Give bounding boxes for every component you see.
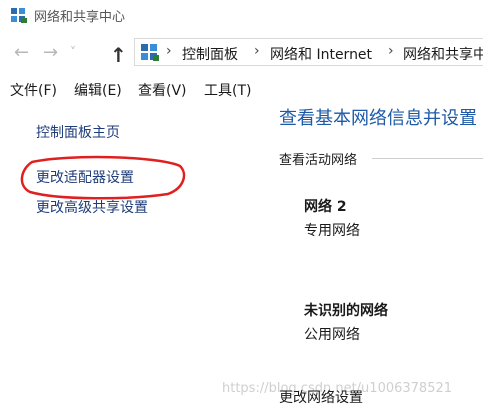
- page-title: 查看基本网络信息并设置: [279, 108, 477, 129]
- network-name: 网络 2: [304, 199, 347, 215]
- breadcrumb-separator: ›: [388, 43, 394, 59]
- breadcrumb-separator: ›: [166, 43, 172, 59]
- breadcrumb-separator: ›: [254, 43, 260, 59]
- breadcrumb-control-panel[interactable]: 控制面板: [182, 44, 238, 64]
- breadcrumb-network-internet[interactable]: 网络和 Internet: [270, 44, 372, 64]
- menu-tools[interactable]: 工具(T): [204, 80, 251, 100]
- menu-view[interactable]: 查看(V): [138, 80, 187, 100]
- section-divider: [372, 158, 483, 159]
- network-name: 未识别的网络: [304, 303, 388, 319]
- chevron-down-icon[interactable]: ˅: [70, 45, 76, 59]
- window-title: 网络和共享中心: [34, 10, 126, 25]
- control-panel-icon: [141, 44, 159, 61]
- network-type: 公用网络: [304, 327, 360, 343]
- change-network-settings-heading: 更改网络设置: [279, 390, 363, 406]
- arrow-up-icon[interactable]: ↑: [110, 43, 127, 67]
- red-highlight-circle: [20, 155, 186, 200]
- menu-edit[interactable]: 编辑(E): [74, 80, 122, 100]
- menu-file[interactable]: 文件(F): [10, 80, 57, 100]
- change-advanced-sharing-link[interactable]: 更改高级共享设置: [36, 197, 148, 217]
- active-networks-heading: 查看活动网络: [279, 153, 358, 168]
- network-center-icon: [11, 8, 27, 23]
- breadcrumb-sharing-center[interactable]: 网络和共享中: [403, 44, 483, 64]
- network-type: 专用网络: [304, 223, 360, 239]
- arrow-left-icon[interactable]: ←: [14, 44, 29, 62]
- control-panel-home-link[interactable]: 控制面板主页: [36, 122, 120, 142]
- arrow-right-icon[interactable]: →: [43, 44, 58, 62]
